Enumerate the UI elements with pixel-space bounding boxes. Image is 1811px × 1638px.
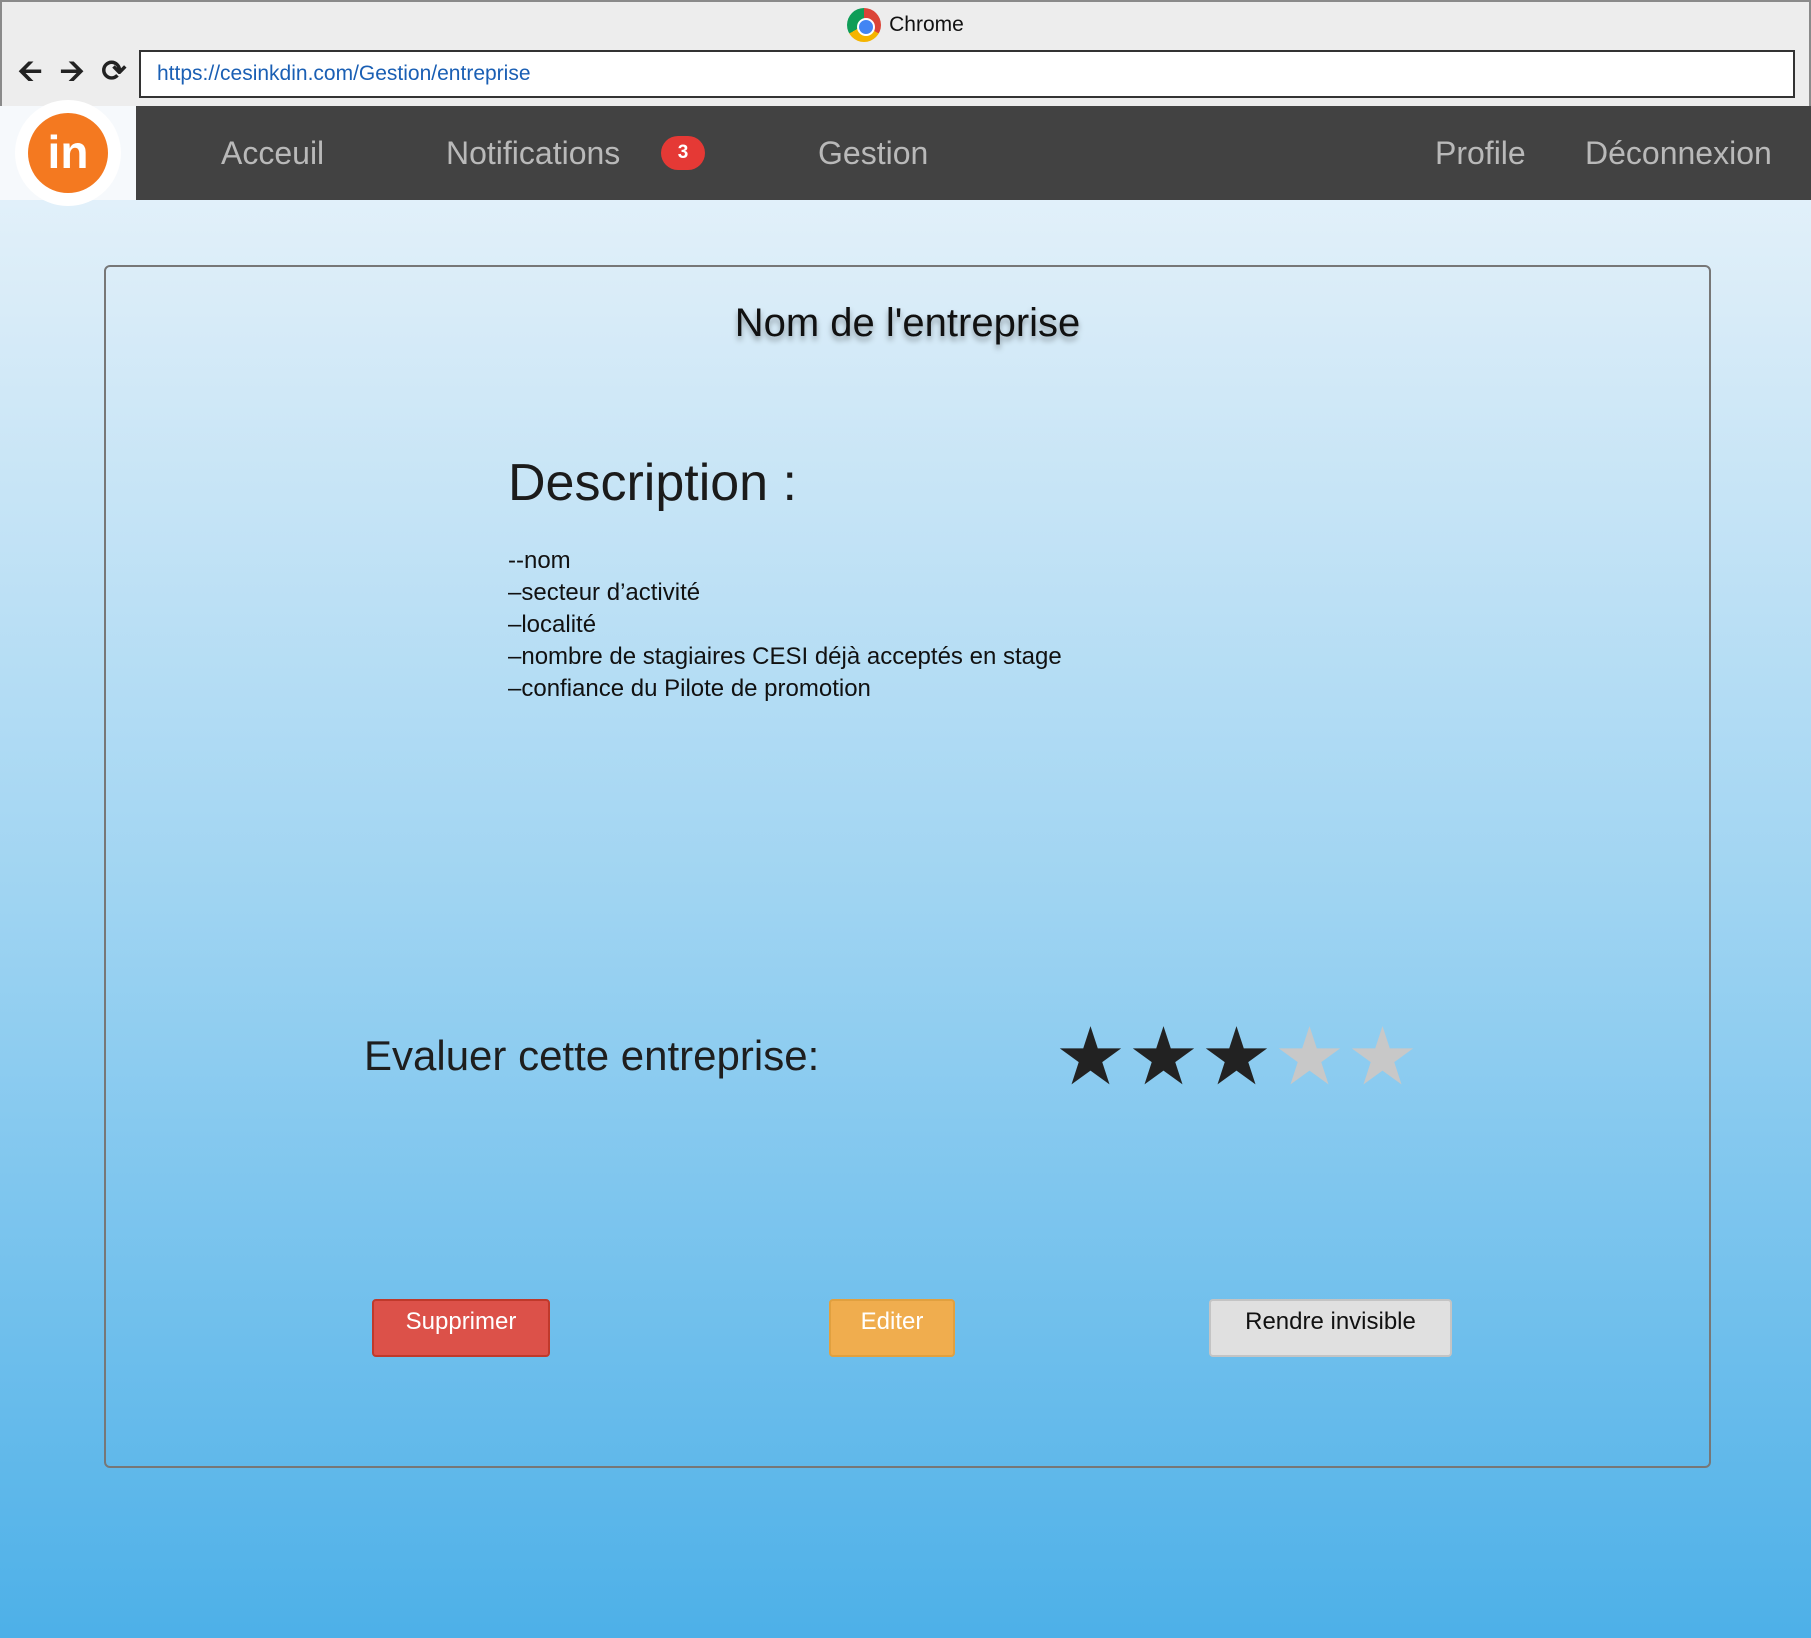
- address-bar[interactable]: https://cesinkdin.com/Gestion/entreprise: [139, 50, 1795, 98]
- description-item: –nombre de stagiaires CESI déjà acceptés…: [508, 643, 1062, 670]
- window-title-text: Chrome: [889, 13, 964, 36]
- company-name-title: Nom de l'entreprise: [734, 301, 1081, 345]
- logo-area: in: [0, 100, 136, 206]
- rating-label: Evaluer cette entreprise:: [364, 1032, 820, 1079]
- description-item: –secteur d’activité: [508, 579, 701, 606]
- window-title: Chrome: [2, 7, 1809, 43]
- forward-arrow-icon[interactable]: 🡪: [56, 54, 88, 90]
- star-icon[interactable]: ★: [1054, 1012, 1127, 1102]
- description-heading: Description :: [508, 454, 797, 512]
- description-item: –confiance du Pilote de promotion: [508, 675, 871, 702]
- star-icon[interactable]: ★: [1346, 1012, 1419, 1102]
- nav-item-logout[interactable]: Déconnexion: [1585, 106, 1772, 200]
- edit-button[interactable]: Editer: [829, 1299, 955, 1357]
- nav-item-notifications[interactable]: Notifications: [446, 106, 620, 200]
- star-icon[interactable]: ★: [1273, 1012, 1346, 1102]
- back-arrow-icon[interactable]: 🡨: [14, 54, 46, 90]
- browser-toolbar: Chrome 🡨 🡪 ⟳ https://cesinkdin.com/Gesti…: [0, 0, 1811, 106]
- company-card: Nom de l'entreprise Description : --nom …: [104, 265, 1711, 1468]
- main-nav-bar: Acceuil Notifications 3 Gestion Profile …: [136, 106, 1811, 200]
- delete-button[interactable]: Supprimer: [372, 1299, 550, 1357]
- nav-item-profile[interactable]: Profile: [1435, 106, 1526, 200]
- chrome-logo-icon: [847, 8, 882, 42]
- star-icon[interactable]: ★: [1127, 1012, 1200, 1102]
- notifications-badge: 3: [661, 136, 705, 170]
- browser-nav-buttons: 🡨 🡪 ⟳: [14, 54, 130, 90]
- description-list: --nom –secteur d’activité –localité –nom…: [508, 545, 1062, 705]
- description-item: --nom: [508, 547, 571, 574]
- nav-item-gestion[interactable]: Gestion: [818, 106, 928, 200]
- star-icon[interactable]: ★: [1200, 1012, 1273, 1102]
- description-item: –localité: [508, 611, 597, 638]
- star-rating: ★ ★ ★ ★ ★: [1054, 1012, 1419, 1102]
- hide-button[interactable]: Rendre invisible: [1209, 1299, 1452, 1357]
- nav-item-home[interactable]: Acceuil: [221, 106, 324, 200]
- app-logo[interactable]: in: [15, 100, 121, 206]
- logo-text: in: [28, 113, 108, 193]
- reload-icon[interactable]: ⟳: [98, 54, 130, 90]
